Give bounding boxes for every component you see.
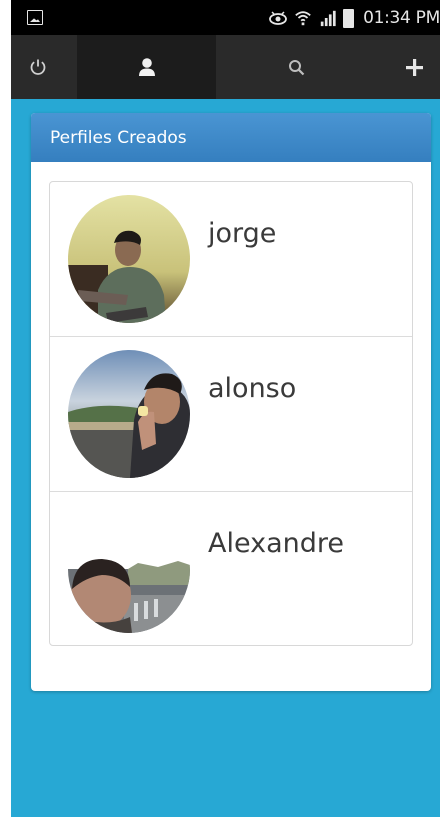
eye-icon <box>269 11 287 25</box>
profile-name: Alexandre <box>208 528 345 559</box>
search-icon <box>288 59 304 75</box>
status-icons: 01:34 PM <box>268 7 440 29</box>
signal-icon <box>320 10 336 27</box>
profile-item-alexandre[interactable]: Alexandre <box>50 492 412 647</box>
wifi-icon <box>295 11 311 26</box>
panel-title: Perfiles Creados <box>50 127 187 148</box>
avatar <box>68 505 190 633</box>
tab-power[interactable] <box>11 35 65 99</box>
status-time: 01:34 PM <box>363 8 440 28</box>
avatar <box>68 350 190 478</box>
panel-header: Perfiles Creados <box>31 113 431 162</box>
user-icon <box>138 58 155 76</box>
profiles-panel: Perfiles Creados jorge alonso Alexandre <box>31 113 431 691</box>
profile-list: jorge alonso Alexandre <box>49 181 413 646</box>
action-bar <box>11 35 440 99</box>
tab-add[interactable] <box>389 35 439 99</box>
image-notification-icon <box>27 10 43 25</box>
status-bar: 01:34 PM <box>11 0 440 35</box>
tab-profiles[interactable] <box>77 35 216 99</box>
profile-item-alonso[interactable]: alonso <box>50 337 412 492</box>
profile-name: jorge <box>208 218 277 249</box>
power-icon <box>30 59 46 75</box>
avatar <box>68 195 190 323</box>
profile-name: alonso <box>208 373 297 404</box>
battery-icon <box>343 8 355 28</box>
plus-icon <box>405 58 423 76</box>
tab-search[interactable] <box>271 35 321 99</box>
profile-item-jorge[interactable]: jorge <box>50 182 412 337</box>
